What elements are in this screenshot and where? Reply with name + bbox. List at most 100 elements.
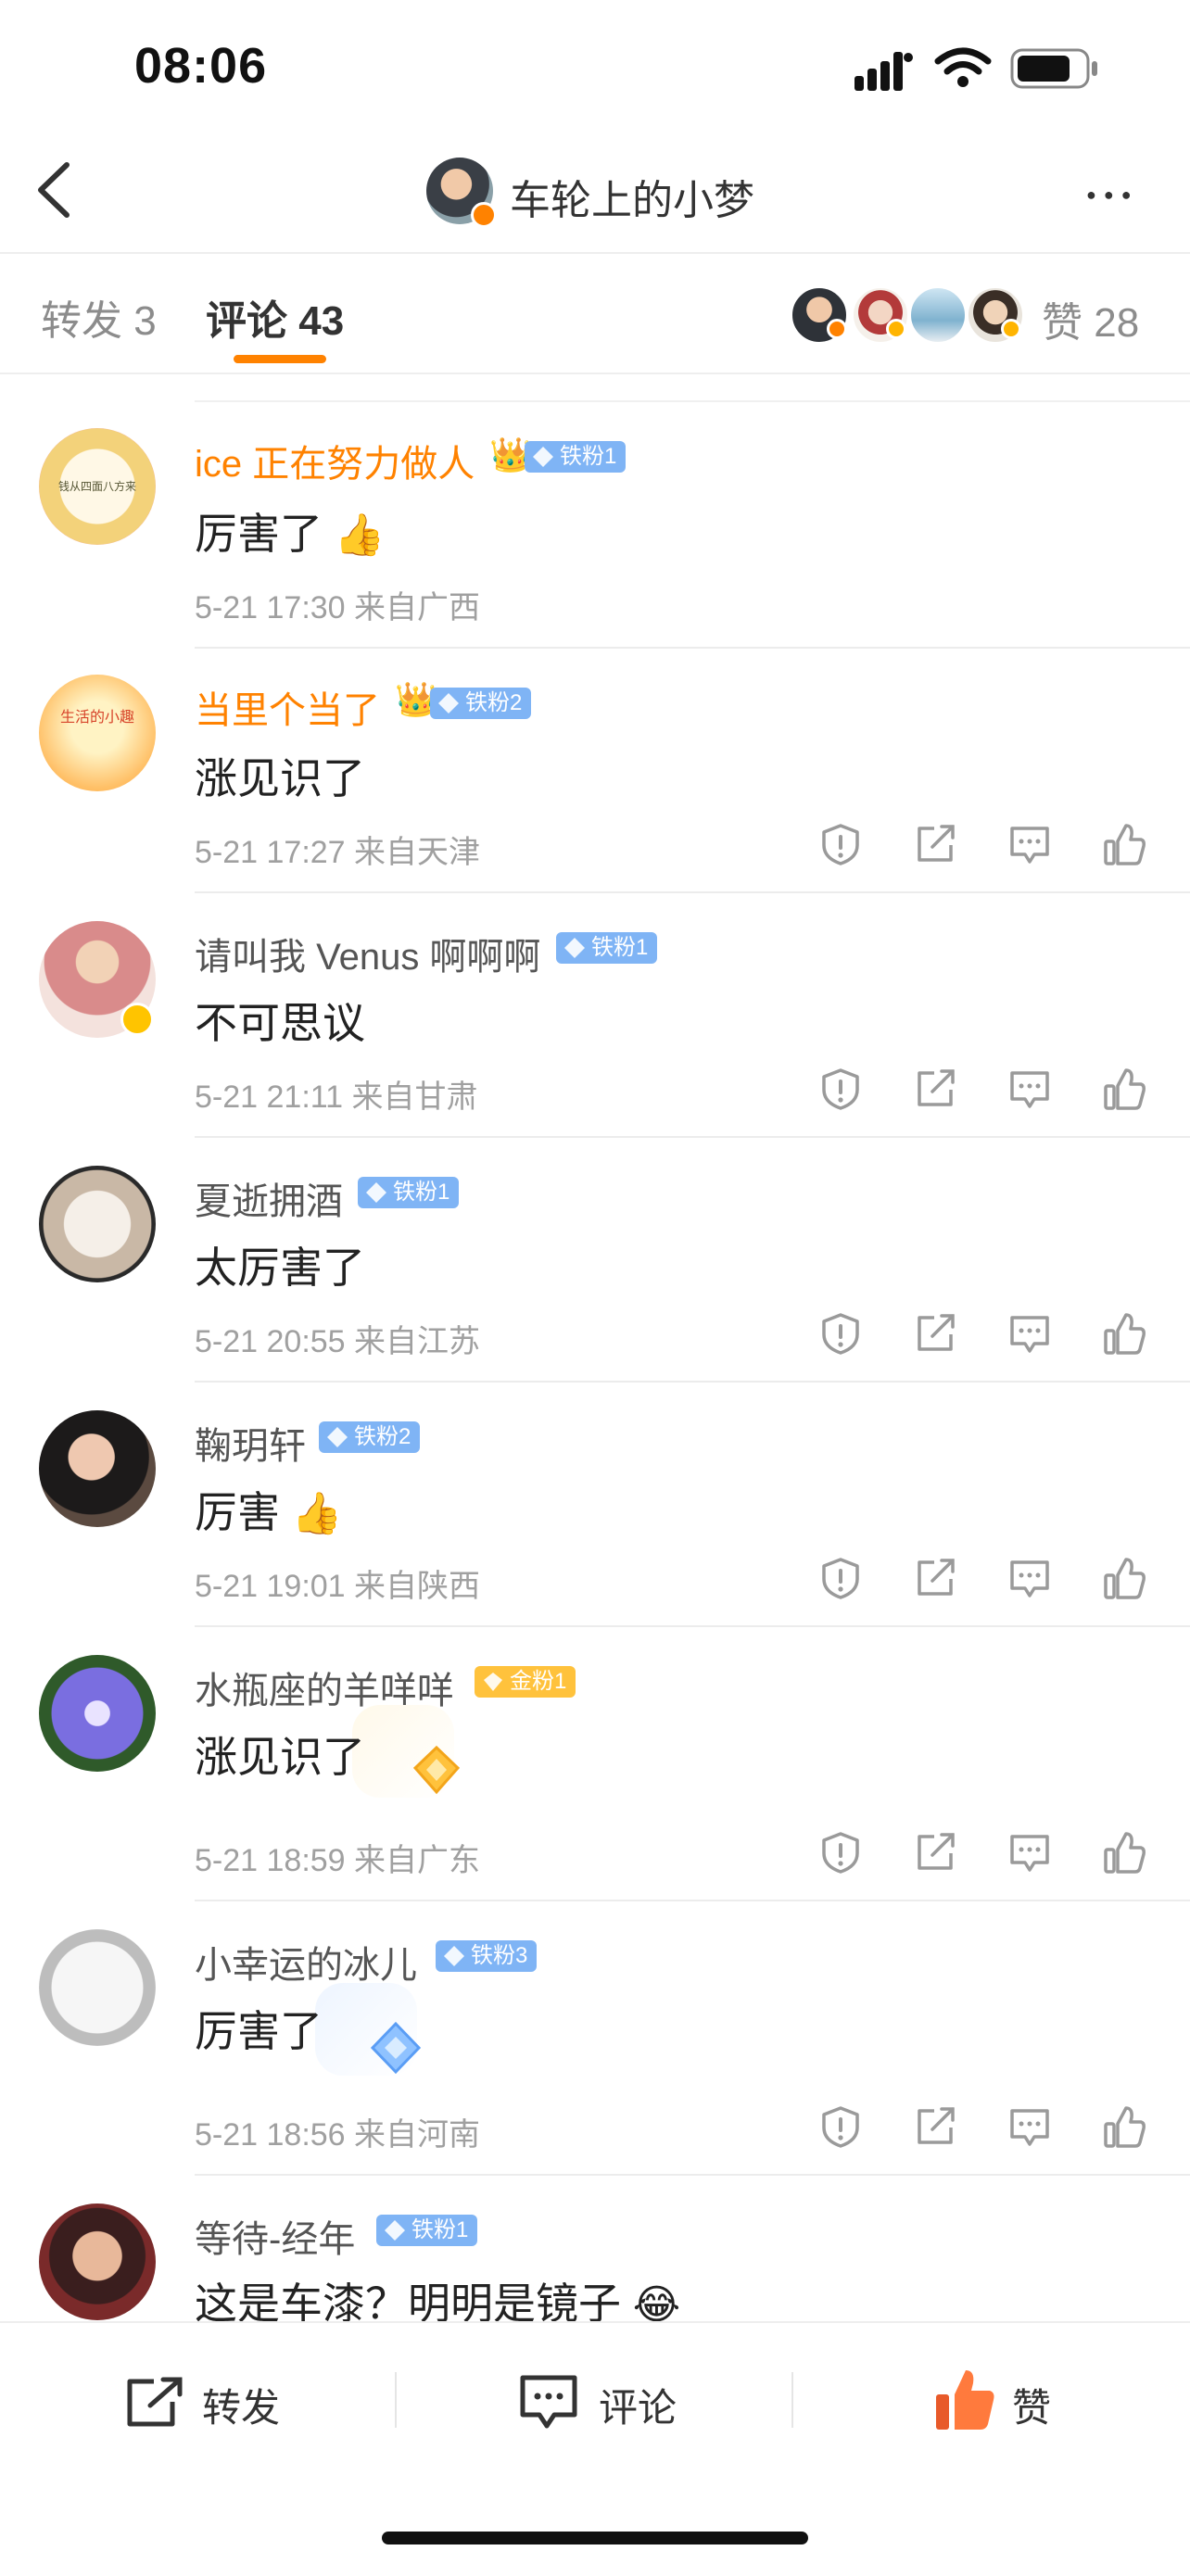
comment-time: 5-21 17:27: [195, 835, 346, 870]
like-icon[interactable]: [1103, 2105, 1146, 2148]
avatar-caption: 生活的小趣: [59, 710, 134, 726]
commenter-avatar[interactable]: [39, 1166, 156, 1282]
fan-badge[interactable]: 铁粉2: [319, 1421, 421, 1453]
back-icon[interactable]: [28, 158, 83, 222]
reply-icon[interactable]: [1008, 1312, 1051, 1355]
share-icon[interactable]: [914, 1067, 956, 1110]
fan-badge-label: 金粉1: [510, 1669, 567, 1694]
comment-meta: 5-21 19:01 来自陕西: [195, 1560, 480, 1606]
gem-icon: [366, 1182, 386, 1203]
fan-badge-label: 铁粉1: [560, 444, 617, 469]
fan-badge[interactable]: 铁粉1: [556, 932, 658, 964]
commenter-name[interactable]: 夏逝拥酒: [195, 1171, 343, 1225]
fan-badge-label: 铁粉2: [465, 690, 523, 715]
verified-badge: [827, 319, 847, 339]
comment-location: 来自江苏: [354, 1324, 481, 1359]
reply-icon[interactable]: [1008, 1067, 1051, 1110]
gem-icon: [444, 1946, 464, 1966]
comment-location: 来自陕西: [354, 1569, 481, 1604]
like-icon[interactable]: [932, 2365, 999, 2433]
verified-badge: [1001, 319, 1021, 339]
fan-badge[interactable]: 金粉1: [475, 1666, 576, 1698]
report-icon[interactable]: [819, 1067, 862, 1110]
thumbs-up-emoji: 👍: [291, 1491, 343, 1536]
report-icon[interactable]: [819, 1557, 862, 1599]
share-icon[interactable]: [914, 823, 956, 865]
comment-time: 5-21 19:01: [195, 1569, 346, 1604]
commenter-name[interactable]: 小幸运的冰儿: [195, 1935, 417, 1989]
comment-time: 5-21 18:56: [195, 2117, 346, 2153]
like-icon[interactable]: [1103, 1557, 1146, 1599]
fan-badge[interactable]: 铁粉1: [376, 2215, 478, 2246]
fan-badge[interactable]: 铁粉1: [525, 441, 627, 473]
report-icon[interactable]: [819, 1312, 862, 1355]
comment-text: 太厉害了: [195, 1244, 365, 1292]
liker-avatar[interactable]: [908, 285, 968, 345]
comment-meta: 5-21 20:55 来自江苏: [195, 1316, 480, 1361]
commenter-avatar[interactable]: [39, 675, 156, 791]
comment-text-content: 厉害了: [195, 510, 323, 558]
commenter-name[interactable]: 鞠玥轩: [195, 1416, 306, 1470]
gold-gem-sticker-icon: [412, 1745, 461, 1795]
report-icon[interactable]: [819, 823, 862, 865]
like-icon[interactable]: [1103, 823, 1146, 865]
battery-icon: [1010, 48, 1097, 89]
commenter-avatar[interactable]: [39, 1410, 156, 1527]
comment-button[interactable]: 评论: [599, 2377, 677, 2433]
share-icon[interactable]: [914, 1557, 956, 1599]
repost-icon[interactable]: [122, 2374, 187, 2431]
share-icon[interactable]: [914, 1312, 956, 1355]
fan-badge[interactable]: 铁粉1: [358, 1177, 460, 1208]
gem-icon: [484, 1673, 502, 1691]
more-icon[interactable]: ●●●: [1086, 185, 1139, 205]
commenter-avatar[interactable]: [39, 1655, 156, 1772]
share-icon[interactable]: [914, 1831, 956, 1874]
comment-divider: [195, 1136, 1190, 1138]
like-icon[interactable]: [1103, 1831, 1146, 1874]
verified-badge: [886, 319, 906, 339]
gem-icon: [327, 1427, 348, 1447]
status-time: 08:06: [134, 38, 268, 94]
comment-divider: [195, 1381, 1190, 1383]
comment-meta: 5-21 17:30 来自广西: [195, 582, 480, 627]
report-icon[interactable]: [819, 1831, 862, 1874]
comment-text: 厉害了 👍: [195, 500, 386, 562]
reply-icon[interactable]: [1008, 2105, 1051, 2148]
share-icon[interactable]: [914, 2105, 956, 2148]
reply-icon[interactable]: [1008, 823, 1051, 865]
comment-text-content: 厉害: [195, 1488, 280, 1536]
comment-divider: [195, 647, 1190, 649]
reply-icon[interactable]: [1008, 1831, 1051, 1874]
commenter-avatar[interactable]: [39, 1929, 156, 2046]
tabs-divider: [0, 373, 1190, 374]
commenter-name[interactable]: ice 正在努力做人: [195, 434, 475, 487]
comment-text: 涨见识了: [195, 1733, 365, 1781]
like-button[interactable]: 赞: [1012, 2377, 1051, 2433]
tab-repost[interactable]: 转发 3: [41, 287, 157, 347]
repost-button[interactable]: 转发: [202, 2377, 280, 2433]
comment-icon[interactable]: [517, 2372, 580, 2433]
page-title[interactable]: 车轮上的小梦: [510, 167, 754, 226]
active-tab-indicator: [234, 355, 326, 363]
comment-location: 来自天津: [354, 835, 481, 870]
commenter-name[interactable]: 当里个当了: [195, 680, 380, 734]
fan-badge-label: 铁粉2: [354, 1424, 411, 1449]
likes-count[interactable]: 赞 28: [1042, 289, 1139, 348]
fan-badge[interactable]: 铁粉2: [430, 688, 532, 719]
tab-comments[interactable]: 评论 43: [206, 287, 344, 347]
report-icon[interactable]: [819, 2105, 862, 2148]
wifi-icon: [934, 47, 992, 87]
gem-icon: [564, 938, 585, 958]
blue-gem-sticker-icon: [370, 2021, 422, 2075]
comment-time: 5-21 21:11: [195, 1080, 344, 1115]
comment-location: 来自甘肃: [351, 1080, 478, 1115]
commenter-name[interactable]: 请叫我 Venus 啊啊啊: [195, 927, 540, 980]
like-icon[interactable]: [1103, 1067, 1146, 1110]
like-icon[interactable]: [1103, 1312, 1146, 1355]
commenter-name[interactable]: 等待-经年: [195, 2209, 355, 2263]
fan-badge[interactable]: 铁粉3: [436, 1940, 538, 1972]
reply-icon[interactable]: [1008, 1557, 1051, 1599]
signal-icon: [855, 52, 913, 91]
commenter-avatar[interactable]: [39, 2203, 156, 2320]
home-indicator: [382, 2532, 808, 2544]
